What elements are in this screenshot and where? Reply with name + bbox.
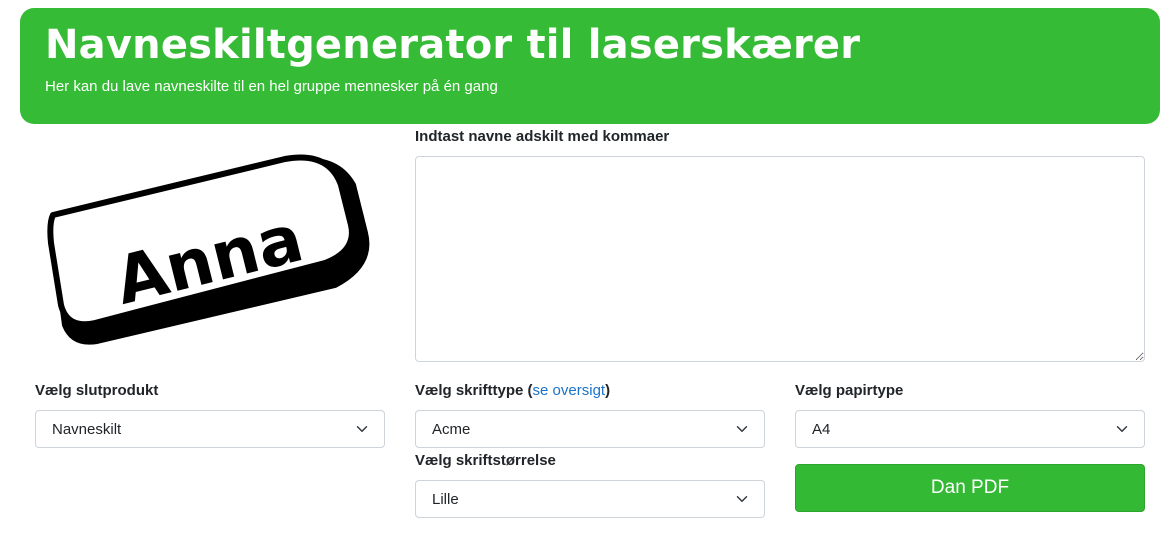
- names-textarea[interactable]: [415, 156, 1145, 362]
- product-select-value: Navneskilt: [52, 420, 122, 438]
- chevron-down-icon: [356, 426, 368, 432]
- chevron-down-icon: [1116, 426, 1128, 432]
- header-banner: Navneskiltgenerator til laserskærer Her …: [20, 8, 1160, 124]
- names-label: Indtast navne adskilt med kommaer: [415, 128, 670, 145]
- font-size-label: Vælg skriftstørrelse: [415, 452, 556, 469]
- paper-select-value: A4: [812, 420, 831, 438]
- font-label-text: Vælg skrifttype: [415, 382, 524, 399]
- page-subtitle: Her kan du lave navneskilte til en hel g…: [45, 78, 498, 95]
- font-size-select-value: Lille: [432, 490, 459, 508]
- font-label: Vælg skrifttype (se oversigt): [415, 382, 611, 399]
- product-label: Vælg slutprodukt: [35, 382, 159, 399]
- font-select[interactable]: Acme: [415, 410, 765, 448]
- font-select-value: Acme: [432, 420, 471, 438]
- paper-select[interactable]: A4: [795, 410, 1145, 448]
- product-select[interactable]: Navneskilt: [35, 410, 385, 448]
- font-overview-link[interactable]: se oversigt: [533, 382, 606, 399]
- generate-pdf-button[interactable]: Dan PDF: [795, 464, 1145, 512]
- nameplate-illustration: Anna: [47, 154, 370, 345]
- paper-label: Vælg papirtype: [795, 382, 904, 399]
- font-size-select[interactable]: Lille: [415, 480, 765, 518]
- chevron-down-icon: [736, 496, 748, 502]
- chevron-down-icon: [736, 426, 748, 432]
- page-title: Navneskiltgenerator til laserskærer: [45, 22, 861, 68]
